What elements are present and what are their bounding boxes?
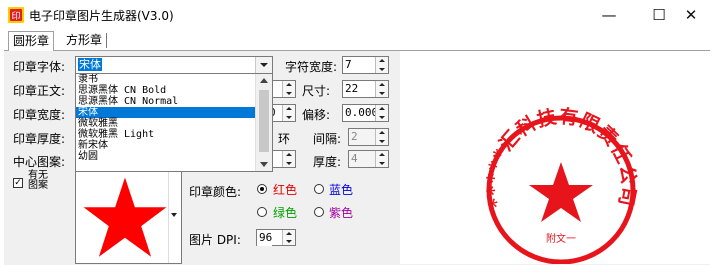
gap-label: 间隔: — [313, 132, 342, 146]
color-green-radio[interactable] — [257, 207, 267, 217]
color-blue-label: 蓝色 — [329, 183, 354, 197]
color-purple-radio[interactable] — [314, 207, 324, 217]
font-dropdown-list[interactable]: 隶书 思源黑体 CN Bold 思源黑体 CN Normal 宋体 微软雅黑 微… — [75, 73, 273, 172]
close-button[interactable]: ✕ — [668, 0, 714, 30]
font-option[interactable]: 隶书 — [76, 74, 272, 85]
chevron-down-icon[interactable] — [255, 57, 272, 73]
font-option[interactable]: 幼圆 — [76, 151, 272, 162]
color-blue-radio[interactable] — [314, 184, 324, 194]
gap-value: 2 — [351, 130, 358, 143]
minimize-button[interactable]: — — [586, 0, 632, 30]
tab-separator — [106, 33, 107, 48]
app-icon: 印 — [8, 7, 24, 23]
width-label: 印章宽度: — [13, 108, 66, 122]
spinner-arrows-icon[interactable] — [282, 81, 295, 97]
size-value: 22 — [343, 81, 359, 97]
spinner-arrows-icon[interactable] — [282, 230, 295, 245]
tab-round-seal[interactable]: 圆形章 — [8, 31, 55, 51]
font-option[interactable]: 新宋体 — [76, 140, 272, 151]
font-option[interactable]: 微软雅黑 — [76, 118, 272, 129]
svg-text:印: 印 — [11, 10, 20, 22]
size-label: 尺寸: — [302, 84, 331, 98]
dropdown-scrollbar[interactable] — [255, 74, 272, 171]
chevron-down-icon — [171, 213, 177, 217]
color-red-radio[interactable] — [257, 184, 267, 194]
color-label: 印章颜色: — [189, 185, 242, 199]
offset-label: 偏移: — [302, 108, 331, 122]
thick-label: 厚度: — [313, 155, 342, 169]
ring-label: 环 — [278, 132, 291, 146]
dpi-spinner[interactable]: 96 — [256, 229, 296, 246]
pattern-selector[interactable] — [75, 170, 182, 264]
spinner-arrows-icon[interactable] — [375, 105, 388, 121]
spinner-arrows-icon[interactable] — [282, 151, 295, 167]
size-spinner[interactable]: 22 — [342, 80, 389, 98]
color-green-label: 绿色 — [273, 206, 298, 220]
spinner-arrows-icon[interactable] — [375, 151, 388, 167]
font-combo[interactable]: 宋体 — [75, 56, 273, 74]
char-width-label: 字符宽度: — [285, 60, 338, 74]
seal-bottom-text: 附文一 — [546, 232, 576, 245]
color-purple-label: 紫色 — [329, 206, 354, 220]
window-title: 电子印章图片生成器(V3.0) — [29, 9, 174, 23]
color-red-label: 红色 — [273, 183, 298, 197]
spinner-arrows-icon[interactable] — [375, 81, 388, 97]
dpi-value: 96 — [257, 230, 273, 246]
pattern-scroll[interactable] — [168, 171, 181, 263]
spinner-arrows-icon[interactable] — [282, 105, 295, 121]
font-option[interactable]: 微软雅黑 Light — [76, 129, 272, 140]
font-option-selected[interactable]: 宋体 — [76, 107, 272, 118]
thick-value: 4 — [351, 152, 358, 165]
char-width-value: 7 — [343, 57, 352, 73]
font-option[interactable]: 思源黑体 CN Bold — [76, 85, 272, 96]
seal-preview: *****汇科技有限责任公司 附文一 — [483, 107, 639, 264]
font-option[interactable]: 思源黑体 CN Normal — [76, 96, 272, 107]
center-pattern-label: 中心图案: — [13, 155, 66, 169]
offset-spinner[interactable]: 0.000 — [342, 104, 389, 122]
dpi-label: 图片 DPI: — [189, 233, 241, 247]
gap-spinner[interactable]: 2 — [348, 128, 389, 146]
spinner-arrows-icon[interactable] — [375, 129, 388, 145]
scroll-thumb[interactable] — [259, 90, 269, 152]
has-pattern-label: 有无图案 — [28, 170, 48, 191]
tab-square-seal[interactable]: 方形章 — [62, 31, 106, 50]
chevron-up-icon[interactable] — [260, 78, 268, 83]
spinner-arrows-icon[interactable] — [375, 57, 388, 73]
font-label: 印章字体: — [13, 60, 66, 74]
star-icon — [529, 162, 593, 222]
font-combo-value: 宋体 — [78, 58, 102, 71]
text-label: 印章正文: — [13, 84, 66, 98]
has-pattern-checkbox[interactable]: ✓ — [13, 178, 23, 188]
thick-spinner[interactable]: 4 — [348, 150, 389, 168]
offset-value: 0.000 — [343, 105, 379, 121]
star-icon — [83, 177, 167, 257]
chevron-down-icon[interactable] — [260, 162, 268, 167]
char-width-spinner[interactable]: 7 — [342, 56, 389, 74]
thickness-label: 印章厚度: — [13, 132, 66, 146]
